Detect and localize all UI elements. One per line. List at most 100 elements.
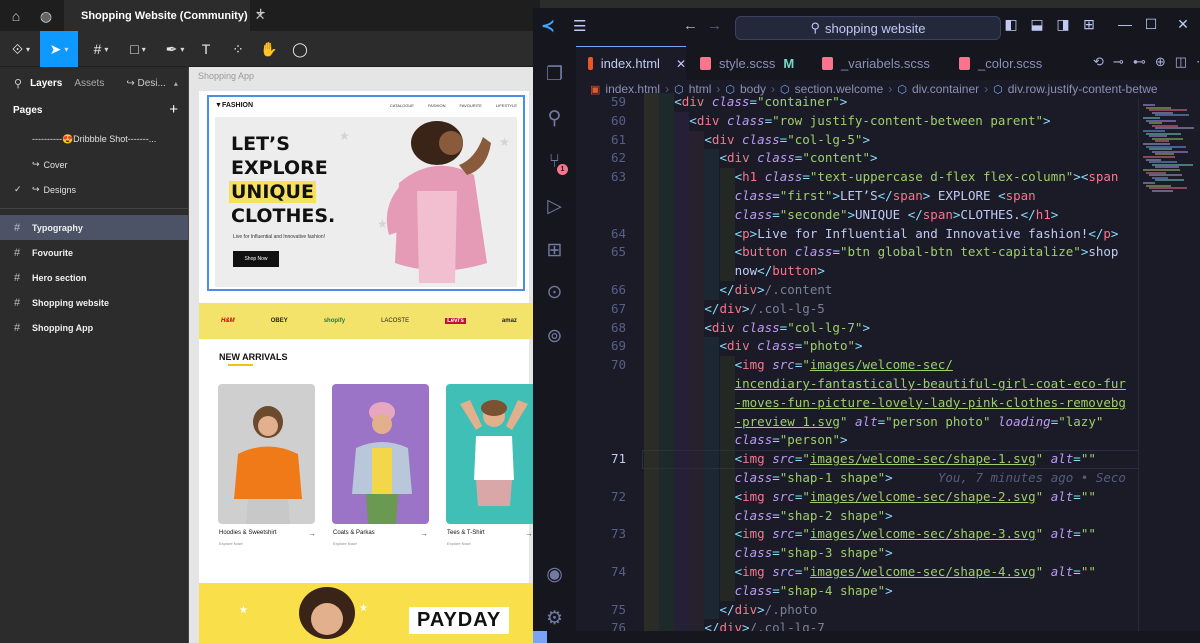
- timeline-back-icon[interactable]: ⟲: [1093, 54, 1104, 70]
- code-line[interactable]: class="shap-1 shape"> You, 7 minutes ago…: [576, 469, 1181, 488]
- indent-guide: [659, 187, 675, 206]
- indent-guide: [644, 581, 660, 601]
- indent-guide: [644, 544, 660, 563]
- code-text: -moves-fun-picture-lovely-lady-pink-clot…: [734, 394, 1126, 410]
- commit-forward-icon[interactable]: ⊷: [1133, 54, 1146, 70]
- commit-icon[interactable]: ⊸: [1113, 54, 1124, 70]
- search-icon[interactable]: ⚲: [14, 77, 22, 90]
- customize-layout-icon[interactable]: ⊞: [1079, 16, 1099, 33]
- code-line[interactable]: class="person">: [576, 431, 1181, 451]
- code-line[interactable]: 67 </div>/.col-lg-5: [576, 299, 1181, 319]
- code-line[interactable]: incendiary-fantastically-beautiful-girl-…: [576, 375, 1181, 394]
- command-center-search[interactable]: ⚲ shopping website: [735, 16, 1001, 40]
- code-line[interactable]: 65 <button class="btn global-btn text-cap…: [576, 243, 1181, 263]
- forward-arrow-icon[interactable]: →: [707, 17, 722, 34]
- close-icon[interactable]: ✕: [676, 57, 686, 71]
- code-text: class="shap-1 shape"> You, 7 minutes ago…: [734, 470, 1126, 485]
- tab-color-scss[interactable]: _color.scss: [947, 46, 1067, 80]
- run-debug-icon[interactable]: ▷: [533, 186, 576, 226]
- code-line[interactable]: 64 <p>Live for Influential and Innovative…: [576, 224, 1181, 244]
- minimap[interactable]: [1138, 98, 1200, 643]
- comment-icon[interactable]: ◯: [290, 31, 310, 67]
- account-icon[interactable]: ◉: [533, 554, 576, 594]
- frame-label[interactable]: Shopping App: [198, 71, 254, 81]
- frame-tool-icon[interactable]: # ▾: [86, 31, 116, 67]
- code-line[interactable]: -preview 1.svg" alt="person photo" loadi…: [576, 412, 1181, 432]
- hand-tool-icon[interactable]: ✋: [259, 31, 279, 67]
- layer-item-shopping-website[interactable]: # Shopping website: [0, 290, 188, 315]
- indent-guide: [689, 281, 705, 300]
- tab-assets[interactable]: Assets: [74, 78, 104, 89]
- code-line[interactable]: 75 </div>/.photo: [576, 600, 1181, 620]
- code-line[interactable]: 71 <img src="images/welcome-sec/shape-1.s…: [576, 450, 1181, 469]
- code-line[interactable]: 72 <img src="images/welcome-sec/shape-2.s…: [576, 487, 1181, 507]
- tab-style-scss[interactable]: style.scss M: [688, 46, 808, 80]
- code-line[interactable]: -moves-fun-picture-lovely-lady-pink-clot…: [576, 393, 1181, 413]
- source-control-icon[interactable]: ⑂ 1: [533, 142, 576, 182]
- code-line[interactable]: class="shap-3 shape">: [576, 544, 1181, 563]
- tab-design[interactable]: ↪ Desi...: [126, 78, 166, 89]
- code-editor[interactable]: 59 <div class="container"> 60 <div class="r…: [576, 93, 1200, 643]
- resources-icon[interactable]: ⁘: [228, 31, 248, 67]
- file-tab[interactable]: Shopping Website (Community) ✕: [64, 0, 266, 31]
- maximize-icon[interactable]: ☐: [1141, 16, 1161, 33]
- tab-index-html[interactable]: index.html ✕: [576, 46, 686, 80]
- globe-icon[interactable]: ◍: [36, 6, 56, 26]
- layer-item-typography[interactable]: # Typography: [0, 215, 188, 240]
- code-line[interactable]: 66 </div>/.content: [576, 281, 1181, 300]
- split-editor-icon[interactable]: ◫: [1175, 54, 1187, 70]
- indent-guide: [659, 600, 675, 620]
- code-line[interactable]: 70 <img src="images/welcome-sec/: [576, 356, 1181, 375]
- close-window-icon[interactable]: ✕: [1173, 16, 1193, 33]
- shape-tool-icon[interactable]: □ ▾: [123, 31, 153, 67]
- layer-item-hero-section[interactable]: # Hero section: [0, 265, 188, 290]
- page-item-dribbble[interactable]: ----------😍Dribbble Shot-------...: [0, 127, 188, 152]
- plus-icon[interactable]: +: [256, 5, 265, 23]
- code-line[interactable]: 59 <div class="container">: [576, 93, 1181, 112]
- minimize-icon[interactable]: —: [1115, 16, 1135, 32]
- git-icon[interactable]: ⊕: [1155, 54, 1166, 70]
- tab-layers[interactable]: Layers: [30, 78, 62, 89]
- pen-tool-icon[interactable]: ✒ ▾: [160, 31, 190, 67]
- hamburger-menu-icon[interactable]: ☰: [573, 18, 586, 36]
- home-icon[interactable]: ⌂: [6, 6, 26, 26]
- code-line[interactable]: 68 <div class="col-lg-7">: [576, 318, 1181, 338]
- code-line[interactable]: 69 <div class="photo">: [576, 337, 1181, 357]
- remote-indicator[interactable]: [533, 631, 547, 643]
- code-line[interactable]: 62 <div class="content">: [576, 149, 1181, 169]
- search-icon[interactable]: ⚲: [533, 98, 576, 138]
- main-menu-icon[interactable]: ⟐ ▾: [8, 31, 34, 67]
- code-line[interactable]: now</button>: [576, 262, 1181, 281]
- page-item-cover[interactable]: ↪ Cover: [0, 152, 188, 177]
- code-line[interactable]: 61 <div class="col-lg-5">: [576, 130, 1181, 150]
- move-tool-icon[interactable]: ➤ ▾: [40, 31, 78, 67]
- add-page-icon[interactable]: +: [169, 101, 178, 118]
- toggle-secondary-sidebar-icon[interactable]: ◨: [1053, 16, 1073, 33]
- code-line[interactable]: class="seconde">UNIQUE </span>CLOTHES.</…: [576, 205, 1181, 225]
- page-item-designs[interactable]: ✓ ↪ Designs: [0, 177, 188, 202]
- extensions-icon[interactable]: ⊞: [533, 230, 576, 270]
- indent-guide: [689, 168, 705, 187]
- figma-canvas[interactable]: Shopping App ▼FASHION CATALOGUE FASHION …: [189, 67, 540, 643]
- code-line[interactable]: 60 <div class="row justify-content-betwee…: [576, 111, 1181, 131]
- git-graph-icon[interactable]: ⊙: [533, 272, 576, 312]
- code-line[interactable]: 73 <img src="images/welcome-sec/shape-3.s…: [576, 525, 1181, 545]
- hero-section-frame[interactable]: ▼FASHION CATALOGUE FASHION FAVOURITE LIF…: [207, 95, 525, 291]
- indent-guide: [719, 224, 735, 244]
- code-line[interactable]: 74 <img src="images/welcome-sec/shape-4.s…: [576, 563, 1181, 582]
- code-line[interactable]: 63 <h1 class="text-uppercase d-flex flex-…: [576, 168, 1181, 187]
- more-actions-icon[interactable]: ⋯: [1196, 54, 1200, 70]
- back-arrow-icon[interactable]: ←: [683, 17, 698, 34]
- layer-item-shopping-app[interactable]: # Shopping App: [0, 315, 188, 340]
- code-line[interactable]: class="first">LET’S</span> EXPLORE <span: [576, 187, 1181, 206]
- code-line[interactable]: class="shap-4 shape">: [576, 581, 1181, 601]
- remote-explorer-icon[interactable]: ⊚: [533, 316, 576, 356]
- tab-variabels-scss[interactable]: _variabels.scss: [810, 46, 945, 80]
- toggle-panel-icon[interactable]: ⬓: [1027, 16, 1047, 33]
- text-tool-icon[interactable]: T: [196, 31, 216, 67]
- layer-item-fovourite[interactable]: # Fovourite: [0, 240, 188, 265]
- toggle-sidebar-icon[interactable]: ◧: [1001, 16, 1021, 33]
- explorer-icon[interactable]: ❐: [533, 54, 576, 94]
- chevron-up-icon[interactable]: ▴: [174, 79, 178, 88]
- code-line[interactable]: class="shap-2 shape">: [576, 506, 1181, 526]
